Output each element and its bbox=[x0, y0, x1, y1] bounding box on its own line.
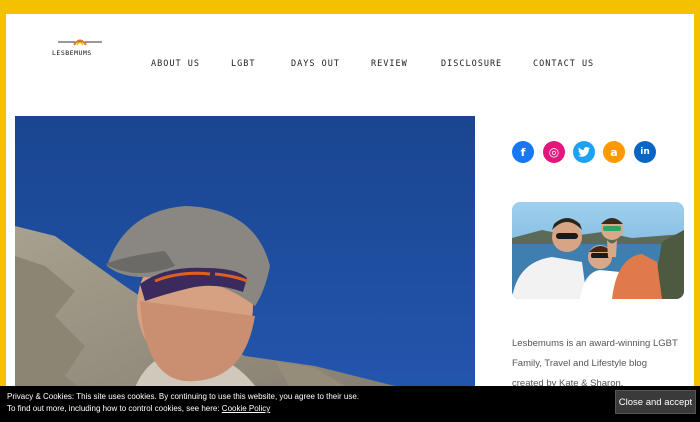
linkedin-icon[interactable]: in bbox=[634, 141, 656, 163]
nav-days-out[interactable]: DAYS OUT bbox=[291, 59, 340, 69]
twitter-icon[interactable] bbox=[573, 141, 595, 163]
cookie-line-1: Privacy & Cookies: This site uses cookie… bbox=[7, 392, 360, 401]
cookie-text: Privacy & Cookies: This site uses cookie… bbox=[7, 391, 359, 415]
family-photo-illustration bbox=[512, 202, 684, 299]
hero-photo-illustration bbox=[15, 116, 475, 422]
nav-review[interactable]: REVIEW bbox=[371, 59, 408, 69]
logo-mark-icon bbox=[58, 39, 102, 46]
cookie-policy-link[interactable]: Cookie Policy bbox=[222, 404, 270, 413]
twitter-bird-glyph bbox=[578, 147, 590, 157]
sidebar-bio: Lesbemums is an award-winning LGBT Famil… bbox=[512, 334, 687, 394]
cookie-banner: Privacy & Cookies: This site uses cookie… bbox=[0, 386, 700, 422]
family-photo[interactable] bbox=[512, 202, 684, 299]
logo-text: LESBEMUMS bbox=[52, 49, 92, 57]
site-logo[interactable]: LESBEMUMS bbox=[52, 37, 112, 77]
cookie-line-2-prefix: To find out more, including how to contr… bbox=[7, 404, 220, 413]
amazon-icon[interactable]: a bbox=[603, 141, 625, 163]
cookie-line-2: To find out more, including how to contr… bbox=[7, 403, 359, 415]
close-and-accept-button[interactable]: Close and accept bbox=[615, 390, 696, 414]
nav-about-us[interactable]: ABOUT US bbox=[151, 59, 200, 69]
nav-contact-us[interactable]: CONTACT US bbox=[533, 59, 594, 69]
nav-disclosure[interactable]: DISCLOSURE bbox=[441, 59, 502, 69]
nav-lgbt[interactable]: LGBT bbox=[231, 59, 255, 69]
bio-line: Family, Travel and Lifestyle blog bbox=[512, 358, 647, 369]
instagram-icon[interactable]: ◎ bbox=[543, 141, 565, 163]
page-frame: LESBEMUMS ABOUT US LGBT DAYS OUT REVIEW … bbox=[6, 14, 694, 422]
top-border bbox=[0, 0, 700, 14]
bio-line: Lesbemums is an award-winning LGBT bbox=[512, 338, 678, 349]
hero-image[interactable] bbox=[15, 116, 475, 422]
facebook-icon[interactable]: f bbox=[512, 141, 534, 163]
